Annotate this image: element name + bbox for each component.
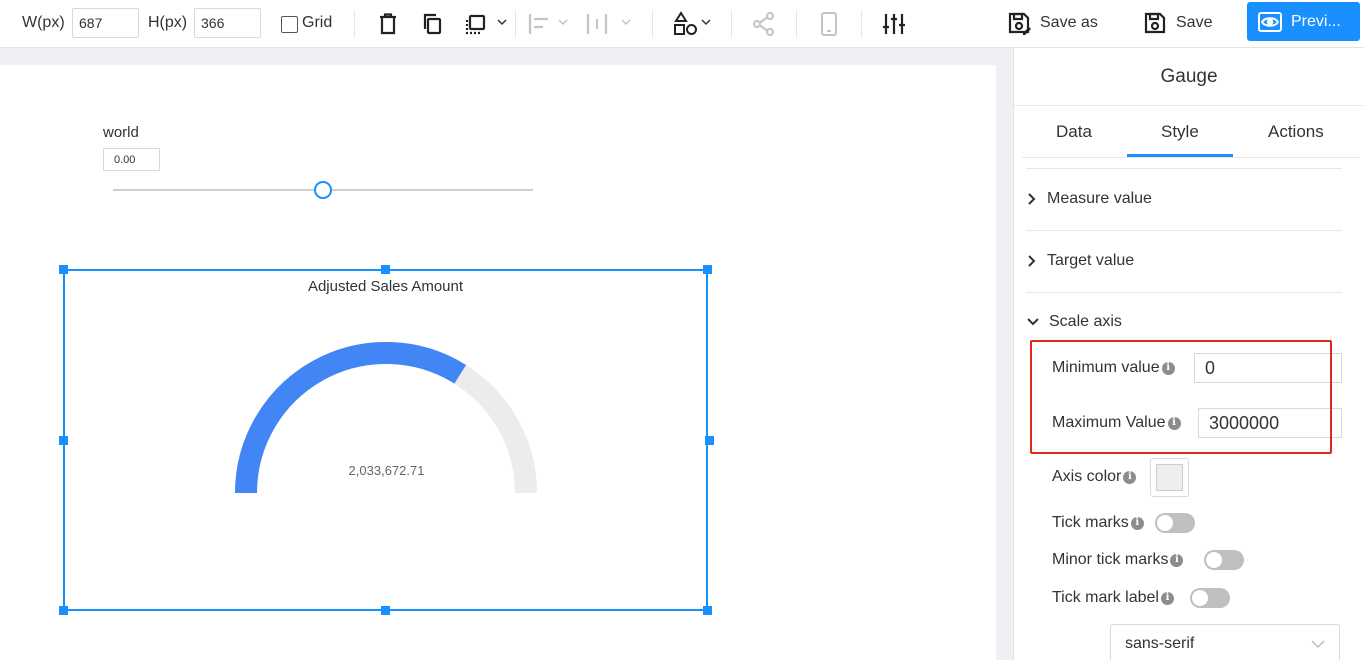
chevron-right-icon: [1028, 255, 1036, 267]
field-label-text: Tick mark label: [1052, 589, 1159, 606]
slider-handle[interactable]: [314, 181, 332, 199]
section-measure-value[interactable]: Measure value: [1027, 190, 1152, 208]
copy-icon[interactable]: [419, 10, 447, 38]
save-as-icon: [1008, 12, 1031, 35]
top-toolbar: W(px) 687 H(px) 366 Grid Save as Save Pr…: [0, 0, 1364, 48]
save-label: Save: [1176, 14, 1213, 31]
width-label: W(px): [22, 14, 65, 31]
divider: [1026, 292, 1342, 293]
section-scale-axis[interactable]: Scale axis: [1027, 313, 1122, 331]
gauge-chart: [235, 342, 537, 494]
resize-handle-n[interactable]: [381, 265, 390, 274]
section-label: Scale axis: [1049, 313, 1122, 330]
chevron-down-icon[interactable]: [496, 16, 508, 28]
slider-label: world: [103, 124, 139, 141]
section-label: Measure value: [1047, 190, 1152, 207]
font-family-select[interactable]: sans-serif: [1110, 624, 1340, 660]
properties-panel: Gauge Data Style Actions Measure value T…: [1013, 48, 1364, 660]
minor-tick-marks-label: Minor tick marks i: [1052, 551, 1184, 569]
chevron-down-icon: [1311, 640, 1325, 649]
eye-icon: [1258, 11, 1282, 32]
resize-handle-s[interactable]: [381, 606, 390, 615]
save-icon: [1144, 12, 1166, 34]
tab-bar-underline: [1022, 157, 1360, 158]
gauge-value-label: 2,033,672.71: [348, 463, 425, 478]
toolbar-divider: [861, 10, 862, 38]
toolbar-divider: [354, 10, 355, 38]
info-icon[interactable]: i: [1170, 553, 1184, 567]
shapes-icon[interactable]: [672, 10, 700, 38]
resize-handle-ne[interactable]: [703, 265, 712, 274]
share-icon: [750, 10, 778, 38]
height-label: H(px): [148, 14, 188, 31]
slider-value-input[interactable]: 0.00: [103, 148, 160, 171]
tick-marks-toggle[interactable]: [1155, 513, 1195, 533]
preview-button[interactable]: Previ...: [1247, 2, 1360, 41]
resize-handle-e[interactable]: [705, 436, 714, 445]
info-icon[interactable]: i: [1130, 516, 1144, 530]
tick-mark-label-toggle[interactable]: [1190, 588, 1230, 608]
distribute-icon: [584, 10, 612, 38]
color-swatch-fill: [1156, 464, 1183, 491]
select-value: sans-serif: [1125, 635, 1195, 652]
toolbar-divider: [652, 10, 653, 38]
divider: [1026, 168, 1342, 169]
save-as-label: Save as: [1040, 14, 1098, 31]
axis-color-picker[interactable]: [1150, 458, 1189, 497]
toolbar-divider: [515, 10, 516, 38]
chevron-down-icon[interactable]: [700, 16, 712, 28]
resize-handle-nw[interactable]: [59, 265, 68, 274]
tick-mark-label-label: Tick mark label i: [1052, 589, 1174, 607]
highlight-annotation: [1030, 340, 1332, 454]
divider: [1014, 105, 1364, 106]
settings-sliders-icon[interactable]: [880, 10, 908, 38]
chevron-down-icon: [557, 16, 569, 28]
chevron-down-icon: [620, 16, 632, 28]
info-icon[interactable]: i: [1160, 591, 1174, 605]
tab-data[interactable]: Data: [1056, 122, 1092, 142]
chevron-down-icon: [1027, 318, 1039, 326]
arrange-icon[interactable]: [462, 10, 490, 38]
active-tab-indicator: [1127, 154, 1233, 157]
trash-icon[interactable]: [374, 10, 402, 38]
save-as-button[interactable]: Save as: [1006, 6, 1098, 40]
grid-label: Grid: [302, 14, 333, 31]
toggle-knob: [1192, 590, 1208, 606]
chevron-right-icon: [1028, 193, 1036, 205]
tab-style[interactable]: Style: [1161, 122, 1199, 142]
gauge-chart-widget[interactable]: Adjusted Sales Amount 2,033,672.71: [63, 269, 708, 611]
panel-title: Gauge: [1160, 66, 1218, 87]
height-input[interactable]: 366: [194, 8, 261, 38]
minor-tick-marks-toggle[interactable]: [1204, 550, 1244, 570]
align-left-icon: [526, 10, 554, 38]
toolbar-divider: [731, 10, 732, 38]
width-input[interactable]: 687: [72, 8, 139, 38]
tab-actions[interactable]: Actions: [1268, 122, 1324, 142]
field-label-text: Axis color: [1052, 468, 1122, 485]
resize-handle-w[interactable]: [59, 436, 68, 445]
preview-label: Previ...: [1291, 12, 1341, 30]
toggle-knob: [1157, 515, 1173, 531]
grid-checkbox[interactable]: [281, 16, 298, 33]
section-target-value[interactable]: Target value: [1027, 252, 1134, 270]
toolbar-divider: [796, 10, 797, 38]
field-label-text: Tick marks: [1052, 514, 1129, 531]
axis-color-label: Axis color i: [1052, 468, 1137, 486]
section-label: Target value: [1047, 252, 1135, 269]
mobile-icon: [815, 10, 843, 38]
info-icon[interactable]: i: [1123, 470, 1137, 484]
save-button[interactable]: Save: [1142, 6, 1212, 40]
toggle-knob: [1206, 552, 1222, 568]
resize-handle-sw[interactable]: [59, 606, 68, 615]
divider: [1026, 230, 1342, 231]
tick-marks-label: Tick marks i: [1052, 514, 1144, 532]
field-label-text: Minor tick marks: [1052, 551, 1169, 568]
resize-handle-se[interactable]: [703, 606, 712, 615]
